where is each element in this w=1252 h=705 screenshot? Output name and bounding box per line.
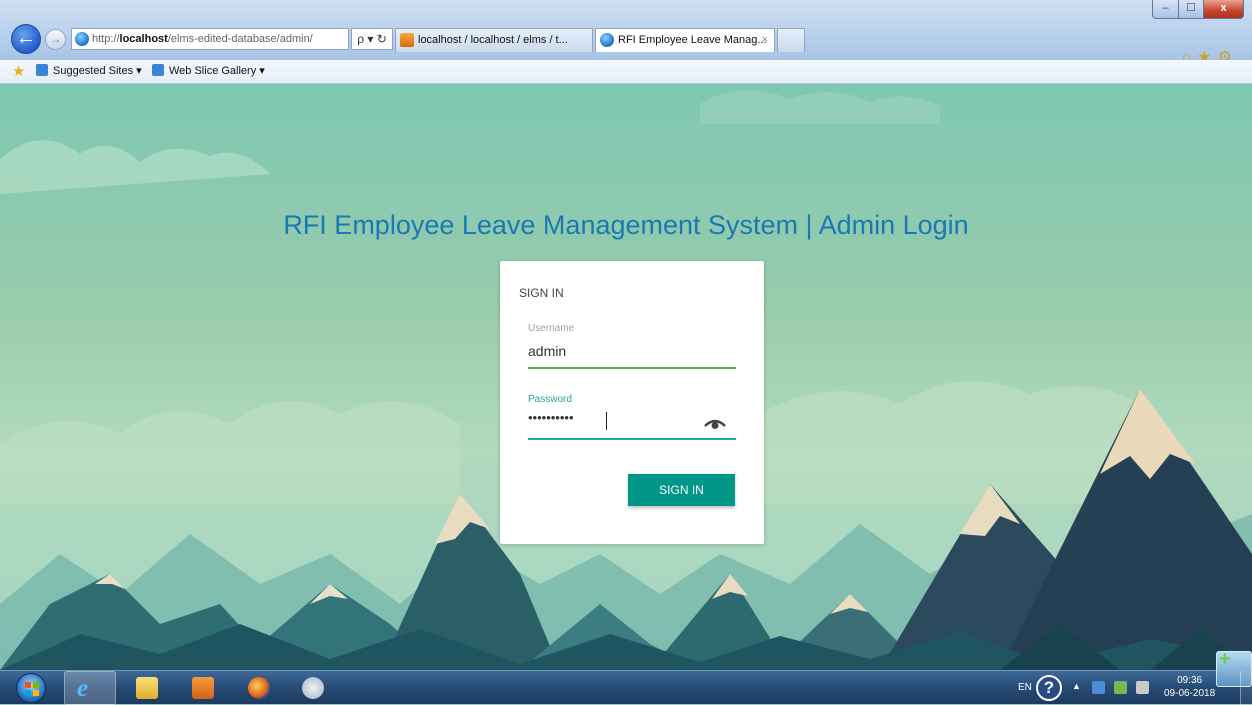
- phpmyadmin-icon: [400, 33, 414, 47]
- clock[interactable]: 09:36 09-06-2018: [1164, 674, 1215, 700]
- username-input[interactable]: [528, 339, 736, 363]
- search-refresh-buttons[interactable]: ρ ▾ ↻: [351, 28, 393, 50]
- navigation-row: ← → http://localhost/elms-edited-databas…: [0, 18, 1252, 66]
- volume-icon[interactable]: [1136, 681, 1149, 694]
- text-caret: [606, 412, 607, 430]
- taskbar-ie-button[interactable]: e: [64, 671, 116, 705]
- file-explorer-icon[interactable]: [136, 677, 158, 699]
- ie-page-icon: [600, 33, 614, 47]
- favorites-bar: ★ Suggested Sites ▾ Web Slice Gallery ▾: [0, 60, 1252, 84]
- windows-logo-icon: [25, 682, 39, 696]
- new-tab-button[interactable]: [777, 28, 805, 52]
- tab-label: RFI Employee Leave Manag...: [618, 34, 767, 46]
- eye-icon[interactable]: [704, 416, 726, 430]
- windows-taskbar: e EN ? ▲ 09:36 09-06-2018 +: [0, 648, 1252, 705]
- favorites-item-web-slice-gallery[interactable]: Web Slice Gallery ▾: [152, 60, 265, 82]
- browser-titlebar: – ☐ x ← → http://localhost/elms-edited-d…: [0, 0, 1252, 66]
- action-center-icon[interactable]: [1092, 681, 1105, 694]
- arrow-right-icon: →: [49, 32, 62, 46]
- page-viewport: RFI Employee Leave Management System | A…: [0, 84, 1252, 670]
- help-icon[interactable]: ?: [1036, 675, 1062, 701]
- start-button[interactable]: [16, 673, 46, 703]
- maximize-button[interactable]: ☐: [1178, 0, 1204, 19]
- favorites-star-icon[interactable]: ★: [12, 61, 25, 83]
- signin-button[interactable]: SIGN IN: [628, 474, 735, 506]
- system-tray: EN ? ▲ 09:36 09-06-2018 +: [992, 648, 1252, 705]
- tab-elms-admin[interactable]: RFI Employee Leave Manag... ×: [595, 28, 775, 52]
- ie-page-icon: [36, 64, 48, 76]
- ie-page-icon: [152, 64, 164, 76]
- favorites-item-suggested-sites[interactable]: Suggested Sites ▾: [36, 60, 142, 82]
- password-label: Password: [528, 394, 572, 405]
- minimize-button[interactable]: –: [1152, 0, 1179, 19]
- plus-icon: +: [1219, 648, 1231, 670]
- card-title: SIGN IN: [519, 286, 564, 300]
- url-prefix: http://: [92, 33, 120, 45]
- media-player-icon[interactable]: [192, 677, 214, 699]
- paint-icon[interactable]: [302, 677, 324, 699]
- language-indicator[interactable]: EN: [1018, 682, 1032, 693]
- username-label: Username: [528, 323, 575, 334]
- password-underline: [528, 438, 736, 440]
- tab-close-icon[interactable]: ×: [762, 29, 768, 51]
- back-button[interactable]: ←: [11, 24, 41, 54]
- ie-page-icon: [75, 32, 89, 46]
- window-controls: – ☐ x: [1152, 0, 1244, 20]
- address-bar[interactable]: http://localhost/elms-edited-database/ad…: [71, 28, 349, 50]
- tab-label: localhost / localhost / elms / t...: [418, 34, 568, 46]
- firefox-icon[interactable]: [248, 677, 270, 699]
- ie-logo-icon: e: [77, 675, 89, 702]
- arrow-left-icon: ←: [16, 27, 36, 49]
- show-hidden-icons[interactable]: ▲: [1072, 681, 1081, 691]
- forward-button[interactable]: →: [45, 29, 66, 50]
- url-host: localhost: [119, 33, 168, 45]
- network-icon[interactable]: [1114, 681, 1127, 694]
- page-title: RFI Employee Leave Management System | A…: [283, 210, 969, 240]
- tab-phpmyadmin[interactable]: localhost / localhost / elms / t...: [395, 28, 593, 52]
- close-window-button[interactable]: x: [1203, 0, 1244, 19]
- username-underline: [528, 367, 736, 369]
- clock-time: 09:36: [1177, 675, 1203, 686]
- show-desktop-button[interactable]: [1240, 671, 1252, 705]
- url-path: /elms-edited-database/admin/: [167, 33, 313, 45]
- clock-date: 09-06-2018: [1164, 688, 1216, 699]
- login-card: SIGN IN Username Password •••••••••• SIG…: [500, 261, 764, 544]
